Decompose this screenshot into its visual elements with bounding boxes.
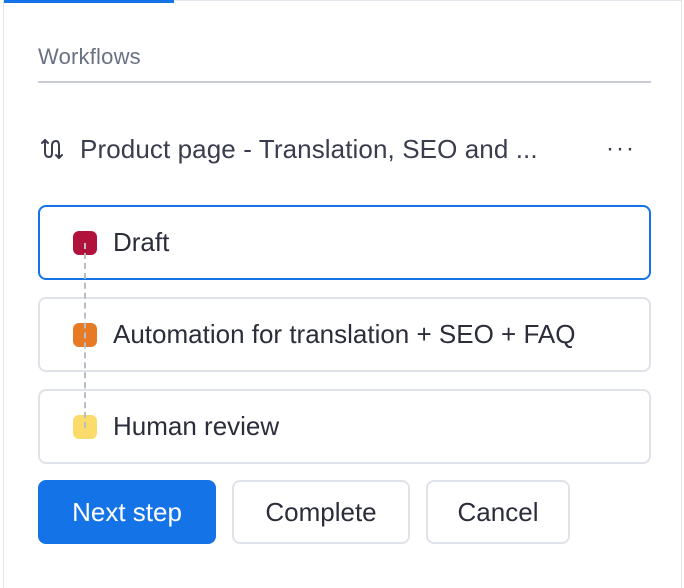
step-human-review[interactable]: Human review	[38, 389, 651, 464]
step-automation[interactable]: Automation for translation + SEO + FAQ	[38, 297, 651, 372]
step-label: Automation for translation + SEO + FAQ	[113, 319, 576, 349]
complete-button[interactable]: Complete	[232, 480, 410, 544]
step-connector-line	[84, 243, 86, 428]
section-label: Workflows	[38, 44, 141, 69]
active-tab-indicator	[4, 0, 174, 3]
section-divider	[38, 81, 651, 83]
step-draft[interactable]: Draft	[38, 205, 651, 280]
flow-arrows-icon	[38, 134, 68, 164]
more-options-button[interactable]: ···	[603, 132, 639, 166]
action-bar: Next step Complete Cancel	[38, 480, 570, 544]
step-label: Draft	[113, 227, 170, 257]
workflow-title: Product page - Translation, SEO and ...	[80, 133, 538, 164]
cancel-button[interactable]: Cancel	[426, 480, 570, 544]
next-step-button[interactable]: Next step	[38, 480, 216, 544]
workflow-header: Product page - Translation, SEO and ... …	[38, 128, 651, 170]
workflow-panel: Workflows Product page - Translation, SE…	[3, 0, 682, 588]
workflow-steps: Draft Automation for translation + SEO +…	[38, 205, 651, 465]
top-border	[174, 0, 681, 1]
step-label: Human review	[113, 411, 280, 441]
